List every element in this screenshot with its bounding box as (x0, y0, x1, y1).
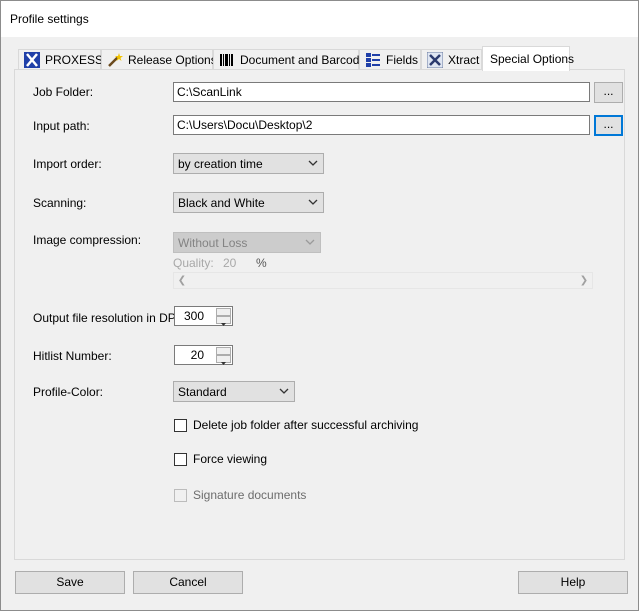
signature-documents-checkbox[interactable] (174, 489, 187, 502)
tab-xtract-label: Xtract (448, 52, 480, 67)
job-folder-label: Job Folder: (33, 85, 94, 99)
xtract-icon (426, 51, 444, 68)
tab-special-options[interactable]: Special Options (482, 46, 574, 71)
chevron-down-icon (308, 199, 318, 205)
hitlist-value: 20 (190, 348, 204, 362)
image-compression-value: Without Loss (178, 236, 248, 250)
dpi-label: Output file resolution in DPI: (33, 311, 183, 325)
delete-job-folder-label: Delete job folder after successful archi… (193, 418, 419, 432)
tab-proxess-label: PROXESS (45, 52, 104, 67)
chevron-down-icon (221, 362, 226, 365)
tab-fields-label: Fields (386, 52, 419, 67)
quality-unit: % (256, 256, 267, 270)
dpi-stepper-buttons (216, 308, 231, 326)
cancel-button[interactable]: Cancel (133, 571, 243, 594)
signature-documents-label: Signature documents (193, 488, 307, 502)
hitlist-increment-button[interactable] (216, 347, 231, 358)
input-path-browse-button[interactable]: ... (594, 115, 623, 136)
job-folder-input[interactable]: C:\ScanLink (173, 82, 590, 102)
tab-document-barcode[interactable]: Document and Barcode (213, 49, 366, 69)
profile-color-select[interactable]: Standard (173, 381, 295, 402)
title-bar: Profile settings (1, 1, 638, 37)
force-viewing-checkbox[interactable] (174, 453, 187, 466)
proxess-x-icon (24, 51, 40, 68)
tab-document-barcode-label: Document and Barcode (240, 52, 367, 67)
image-compression-select[interactable]: Without Loss (173, 232, 321, 253)
quality-label: Quality: (173, 256, 214, 270)
quality-slider[interactable]: ❮ ❯ (173, 272, 593, 289)
save-button[interactable]: Save (15, 571, 125, 594)
force-viewing-label: Force viewing (193, 452, 268, 466)
barcode-icon (219, 52, 235, 68)
input-path-input[interactable]: C:\Users\Docu\Desktop\2 (173, 115, 590, 135)
tab-proxess[interactable]: PROXESS (18, 49, 104, 69)
scroll-left-icon[interactable]: ❮ (176, 275, 188, 287)
dpi-decrement-button[interactable] (216, 316, 231, 326)
profile-settings-window: Profile settings PROXESS Release Options… (0, 0, 639, 611)
import-order-value: by creation time (178, 157, 263, 171)
chevron-down-icon (221, 323, 226, 326)
dpi-increment-button[interactable] (216, 308, 231, 319)
help-button[interactable]: Help (518, 571, 628, 594)
profile-color-value: Standard (178, 385, 227, 399)
import-order-label: Import order: (33, 157, 102, 171)
fields-icon (365, 52, 381, 68)
import-order-select[interactable]: by creation time (173, 153, 324, 174)
dpi-value: 300 (183, 309, 204, 323)
hitlist-label: Hitlist Number: (33, 349, 112, 363)
scanning-label: Scanning: (33, 196, 87, 210)
hitlist-decrement-button[interactable] (216, 355, 231, 365)
input-path-label: Input path: (33, 119, 90, 133)
window-title: Profile settings (10, 12, 89, 26)
chevron-down-icon (308, 160, 318, 166)
dpi-stepper[interactable]: 300 (174, 306, 233, 326)
magic-wand-icon (107, 52, 123, 68)
delete-job-folder-checkbox[interactable] (174, 419, 187, 432)
quality-value: 20 (223, 256, 237, 270)
scroll-right-icon[interactable]: ❯ (578, 275, 590, 287)
scanning-value: Black and White (178, 196, 265, 210)
chevron-down-icon (305, 239, 315, 245)
profile-color-label: Profile-Color: (33, 385, 104, 399)
tab-fields[interactable]: Fields (359, 49, 421, 69)
tab-release-options[interactable]: Release Options (101, 49, 217, 69)
scanning-select[interactable]: Black and White (173, 192, 324, 213)
job-folder-browse-button[interactable]: ... (594, 82, 623, 103)
tab-release-options-label: Release Options (128, 52, 217, 67)
hitlist-stepper-buttons (216, 347, 231, 365)
tab-xtract[interactable]: Xtract (421, 49, 482, 69)
tab-special-options-label: Special Options (490, 52, 575, 66)
image-compression-label: Image compression: (33, 233, 142, 247)
chevron-down-icon (279, 388, 289, 394)
hitlist-stepper[interactable]: 20 (174, 345, 233, 365)
